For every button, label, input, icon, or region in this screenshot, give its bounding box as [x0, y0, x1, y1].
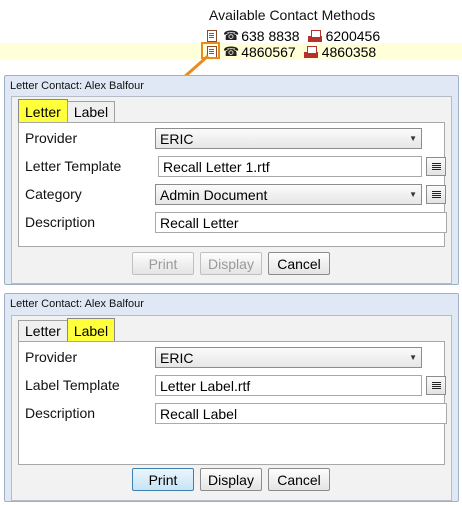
description-field[interactable]: Recall Label: [155, 403, 447, 424]
label-template-field[interactable]: Letter Label.rtf: [155, 375, 422, 396]
tab-label[interactable]: Label: [66, 101, 116, 122]
fax-number[interactable]: 4860358: [322, 44, 377, 60]
description-label: Description: [25, 405, 96, 421]
letter-template-browse-button[interactable]: [426, 157, 446, 176]
dialog-title: Letter Contact: Alex Balfour: [10, 298, 144, 310]
letter-contact-dialog: Letter Contact: Alex Balfour Letter Labe…: [4, 75, 459, 285]
provider-label: Provider: [25, 349, 78, 365]
letter-template-label: Letter Template: [25, 158, 122, 174]
fax-icon: [303, 45, 318, 58]
tab-page-letter: Provider ERIC ▼ Letter Template Recall L…: [18, 122, 447, 247]
cancel-button[interactable]: Cancel: [268, 468, 330, 491]
tab-strip: Letter Label: [18, 318, 116, 342]
description-label: Description: [25, 214, 96, 230]
contact-methods-panel: Available Contact Methods ☎ 638 8838 620…: [0, 0, 462, 64]
contact-row-selected[interactable]: ☎ 4860567 4860358: [0, 43, 462, 60]
cancel-button[interactable]: Cancel: [268, 252, 330, 275]
fax-icon: [307, 29, 322, 42]
dialog-body: Letter Label Provider ERIC ▼ Letter Temp…: [11, 96, 452, 284]
browse-list-icon: [431, 162, 441, 171]
contact-methods-header: Available Contact Methods: [209, 7, 376, 23]
letter-icon[interactable]: [205, 29, 219, 42]
browse-list-icon: [431, 190, 441, 199]
browse-list-icon: [431, 381, 441, 390]
tab-label[interactable]: Label: [66, 318, 116, 342]
provider-value: ERIC: [160, 130, 194, 147]
category-label: Category: [25, 186, 82, 202]
dropdown-caret-icon: ▼: [409, 190, 417, 199]
dialog-body: Letter Label Provider ERIC ▼ Label Templ…: [11, 315, 452, 501]
label-template-browse-button[interactable]: [426, 376, 446, 395]
tab-page-label: Provider ERIC ▼ Label Template Letter La…: [18, 341, 447, 465]
phone-icon: ☎: [223, 43, 240, 59]
tab-letter[interactable]: Letter: [18, 320, 68, 341]
label-template-label: Label Template: [25, 377, 120, 393]
display-button[interactable]: Display: [200, 252, 262, 275]
tab-letter[interactable]: Letter: [18, 99, 68, 123]
dropdown-caret-icon: ▼: [409, 134, 417, 143]
phone-number[interactable]: 638 8838: [241, 28, 299, 44]
print-button[interactable]: Print: [132, 252, 194, 275]
provider-select[interactable]: ERIC ▼: [155, 347, 422, 368]
display-button[interactable]: Display: [200, 468, 262, 491]
description-field[interactable]: Recall Letter: [155, 212, 447, 233]
provider-label: Provider: [25, 130, 78, 146]
dialog-title: Letter Contact: Alex Balfour: [10, 80, 144, 92]
provider-value: ERIC: [160, 349, 194, 366]
contact-row[interactable]: ☎ 638 8838 6200456: [205, 27, 462, 44]
label-contact-dialog: Letter Contact: Alex Balfour Letter Labe…: [4, 293, 459, 502]
phone-icon: ☎: [223, 27, 240, 43]
letter-template-field[interactable]: Recall Letter 1.rtf: [158, 156, 422, 177]
print-button[interactable]: Print: [132, 468, 194, 491]
tab-strip: Letter Label: [18, 99, 116, 123]
dropdown-caret-icon: ▼: [409, 353, 417, 362]
fax-number[interactable]: 6200456: [326, 28, 381, 44]
category-select[interactable]: Admin Document ▼: [155, 184, 422, 205]
provider-select[interactable]: ERIC ▼: [155, 128, 422, 149]
category-browse-button[interactable]: [426, 185, 446, 204]
phone-number[interactable]: 4860567: [241, 44, 296, 60]
category-value: Admin Document: [160, 186, 268, 203]
